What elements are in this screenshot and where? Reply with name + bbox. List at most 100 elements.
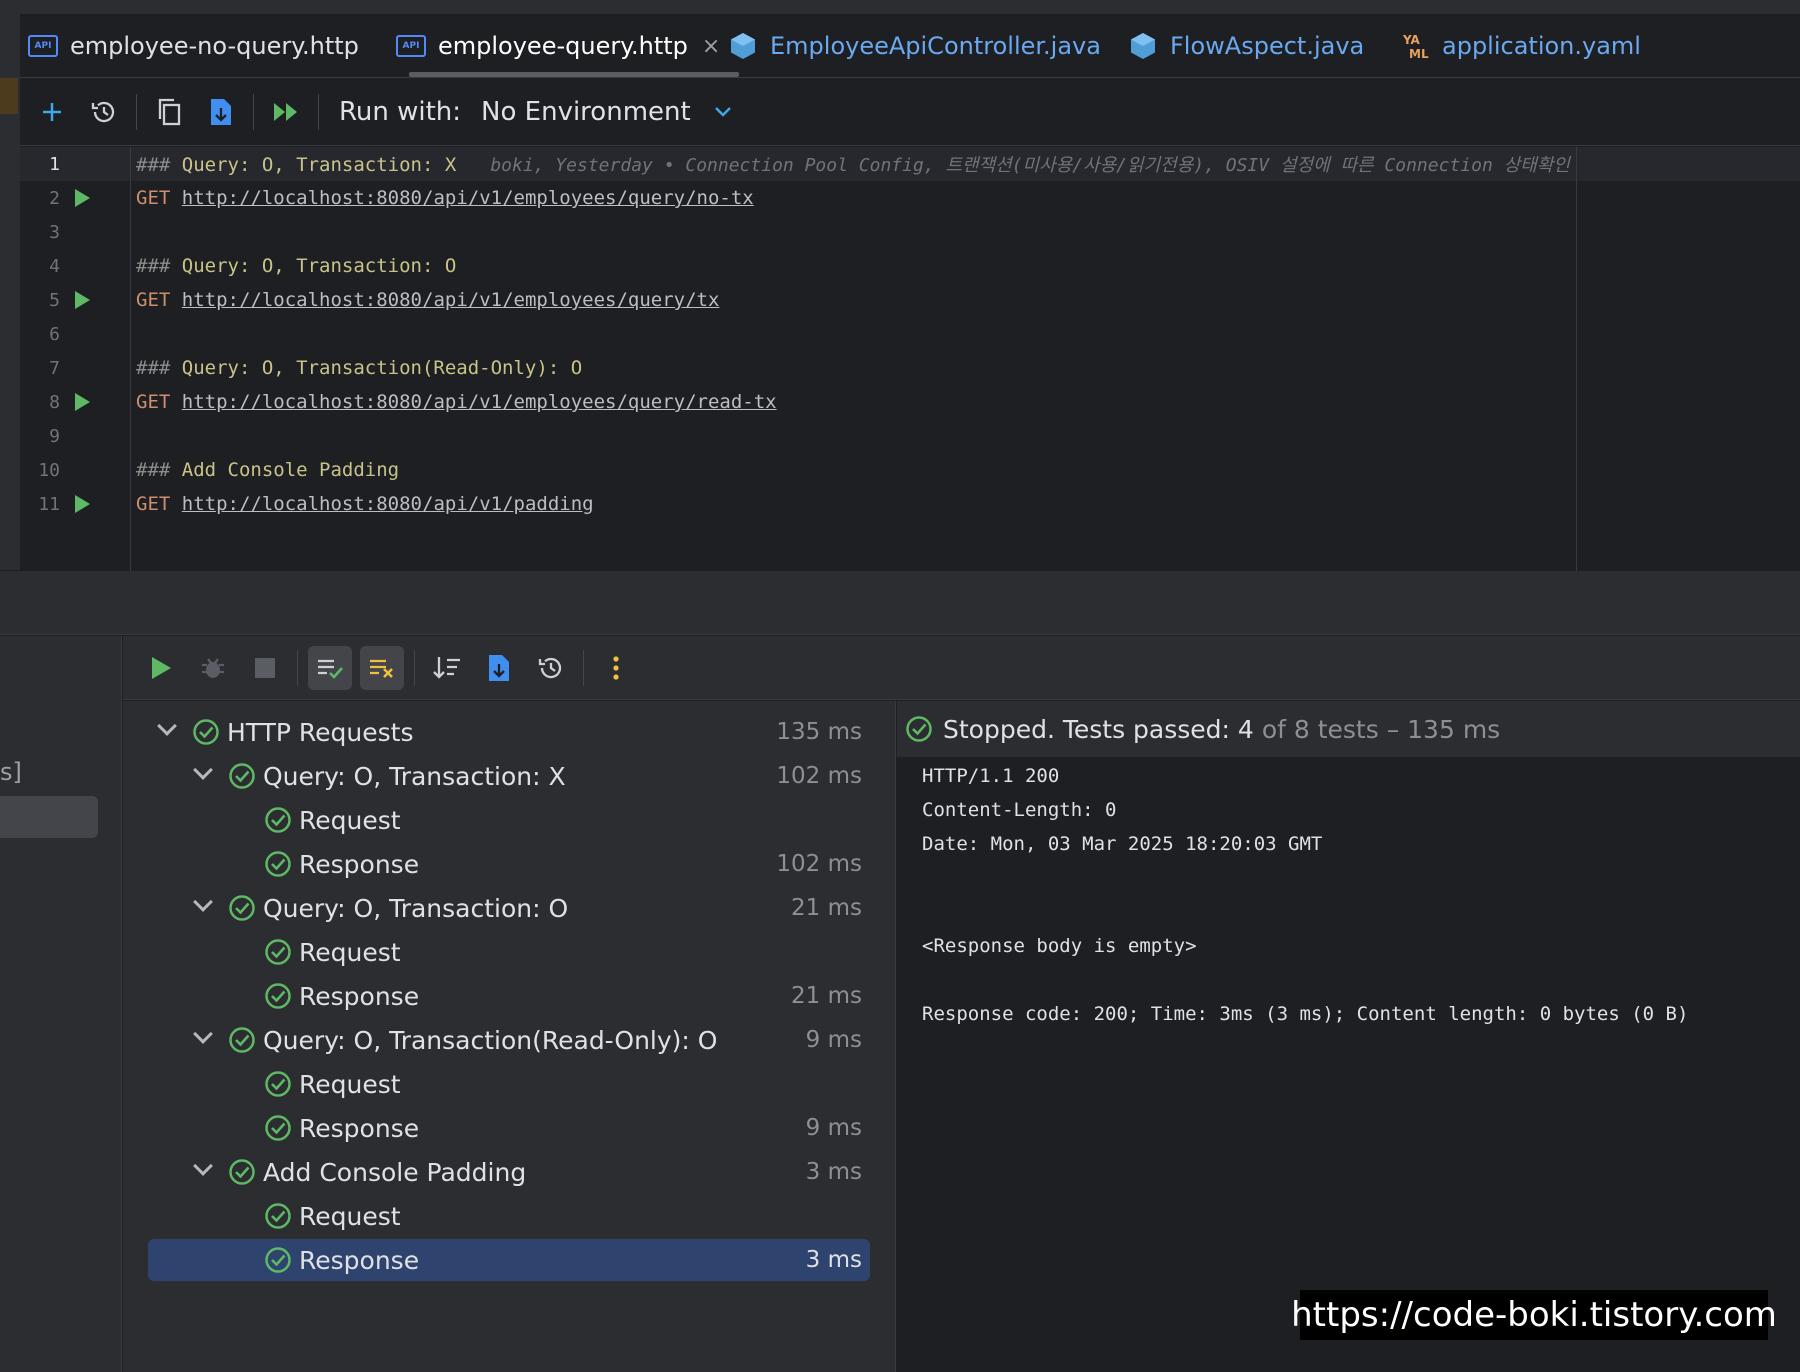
chevron-down-icon[interactable]	[193, 760, 213, 780]
tab-employee-api-controller[interactable]: EmployeeApiController.java	[728, 14, 1101, 78]
left-edge-panel	[0, 14, 20, 570]
toolbar-separator	[318, 93, 319, 130]
tree-node-request[interactable]: Request	[148, 1195, 870, 1237]
node-duration: 102 ms	[776, 851, 862, 877]
tab-label: application.yaml	[1442, 32, 1641, 60]
line-number: 8	[49, 391, 60, 413]
debug-icon[interactable]	[191, 646, 235, 690]
sort-icon[interactable]	[425, 646, 469, 690]
test-status-header: Stopped. Tests passed: 4 of 8 tests – 13…	[897, 701, 1800, 757]
tree-node-request[interactable]: Request	[148, 799, 870, 841]
chevron-down-icon[interactable]	[193, 1156, 213, 1176]
tree-node-query-read-only[interactable]: Query: O, Transaction(Read-Only): O 9 ms	[148, 1019, 870, 1061]
request-url[interactable]: http://localhost:8080/api/v1/employees/q…	[182, 187, 754, 209]
git-blame-annotation: boki, Yesterday • Connection Pool Config…	[490, 155, 1570, 176]
node-duration: 9 ms	[805, 1027, 862, 1053]
passed-check-icon	[229, 763, 255, 789]
code-line: 11 GET http://localhost:8080/api/v1/padd…	[20, 487, 1800, 521]
run-toolbar	[123, 636, 1800, 700]
node-label: Response	[299, 1113, 420, 1143]
chevron-down-icon[interactable]	[157, 716, 177, 736]
code-line: 1 ### Query: O, Transaction: Xboki, Yest…	[20, 147, 1800, 181]
node-label: Response	[299, 849, 420, 879]
node-duration: 3 ms	[805, 1159, 862, 1185]
export-icon[interactable]	[203, 94, 239, 130]
add-icon[interactable]	[34, 94, 70, 130]
tree-node-request[interactable]: Request	[148, 931, 870, 973]
chevron-down-icon[interactable]	[193, 892, 213, 912]
code-line: 9	[20, 419, 1800, 453]
passed-check-icon	[265, 851, 291, 877]
stop-icon[interactable]	[243, 646, 287, 690]
line-number: 1	[49, 153, 60, 175]
node-label: Add Console Padding	[263, 1157, 527, 1187]
output-line: <Response body is empty>	[922, 935, 1197, 957]
tree-node-request[interactable]: Request	[148, 1063, 870, 1105]
tab-label: employee-no-query.http	[70, 32, 359, 60]
line-number: 3	[49, 221, 60, 243]
svg-text:ML: ML	[1409, 47, 1429, 60]
environment-selector[interactable]: No Environment	[481, 97, 691, 127]
code-text: ### Query: O, Transaction: Xboki, Yester…	[136, 154, 1570, 176]
watermark: https://code-boki.tistory.com	[1291, 1290, 1777, 1340]
yaml-file-icon: YA ML	[1400, 33, 1430, 60]
output-line: Response code: 200; Time: 3ms (3 ms); Co…	[922, 1003, 1689, 1025]
node-label: Response	[299, 981, 420, 1011]
close-icon[interactable]: ×	[702, 34, 720, 59]
toolbar-separator	[414, 649, 415, 686]
rerun-icon[interactable]	[139, 646, 183, 690]
tree-node-response[interactable]: Response 21 ms	[148, 975, 870, 1017]
tab-label: FlowAspect.java	[1170, 32, 1365, 60]
node-label: Response	[299, 1245, 420, 1275]
code-line: 8 GET http://localhost:8080/api/v1/emplo…	[20, 385, 1800, 419]
passed-check-icon	[265, 983, 291, 1009]
request-url[interactable]: http://localhost:8080/api/v1/padding	[182, 493, 594, 515]
tree-node-response-selected[interactable]: Response 3 ms	[148, 1239, 870, 1281]
history-icon[interactable]	[529, 646, 573, 690]
tree-node-response[interactable]: Response 102 ms	[148, 843, 870, 885]
tree-node-http-requests[interactable]: HTTP Requests 135 ms	[148, 711, 870, 753]
node-label: Request	[299, 805, 401, 835]
tab-employee-no-query[interactable]: API employee-no-query.http	[28, 14, 359, 78]
code-editor[interactable]: 1 ### Query: O, Transaction: Xboki, Yest…	[20, 147, 1800, 571]
show-passed-icon[interactable]	[308, 645, 352, 690]
line-number: 6	[49, 323, 60, 345]
run-request-icon[interactable]	[75, 291, 90, 309]
code-text: GET http://localhost:8080/api/v1/padding	[136, 493, 594, 515]
run-request-icon[interactable]	[75, 495, 90, 513]
node-duration: 3 ms	[805, 1247, 862, 1273]
panel-splitter[interactable]	[0, 571, 1800, 635]
tab-employee-query[interactable]: API employee-query.http ×	[396, 14, 720, 78]
tab-application-yaml[interactable]: YA ML application.yaml	[1400, 14, 1641, 78]
more-icon[interactable]	[594, 646, 638, 690]
code-text: ### Query: O, Transaction(Read-Only): O	[136, 357, 583, 379]
response-output-panel[interactable]: Stopped. Tests passed: 4 of 8 tests – 13…	[897, 701, 1800, 1372]
tree-node-add-console-padding[interactable]: Add Console Padding 3 ms	[148, 1151, 870, 1193]
copy-icon[interactable]	[151, 94, 187, 130]
show-ignored-icon[interactable]	[360, 645, 404, 690]
request-url[interactable]: http://localhost:8080/api/v1/employees/q…	[182, 289, 720, 311]
line-number: 10	[38, 459, 60, 481]
run-all-icon[interactable]	[268, 94, 304, 130]
code-text: GET http://localhost:8080/api/v1/employe…	[136, 289, 720, 311]
run-request-icon[interactable]	[75, 393, 90, 411]
chevron-down-icon[interactable]	[705, 94, 741, 130]
run-configurations-strip: s]	[0, 636, 122, 1372]
output-line: Content-Length: 0	[922, 799, 1117, 821]
tree-node-response[interactable]: Response 9 ms	[148, 1107, 870, 1149]
tree-node-query-tx-o[interactable]: Query: O, Transaction: O 21 ms	[148, 887, 870, 929]
tree-node-query-tx-x[interactable]: Query: O, Transaction: X 102 ms	[148, 755, 870, 797]
selected-configuration[interactable]	[0, 796, 98, 838]
line-number: 11	[38, 493, 60, 515]
passed-check-icon	[229, 1027, 255, 1053]
request-url[interactable]: http://localhost:8080/api/v1/employees/q…	[182, 391, 777, 413]
history-icon[interactable]	[86, 94, 122, 130]
run-request-icon[interactable]	[75, 189, 90, 207]
tab-flow-aspect[interactable]: FlowAspect.java	[1128, 14, 1364, 78]
window-top-strip	[0, 0, 1800, 14]
code-line: 7 ### Query: O, Transaction(Read-Only): …	[20, 351, 1800, 385]
node-label: Request	[299, 1069, 401, 1099]
output-line: HTTP/1.1 200	[922, 765, 1060, 787]
chevron-down-icon[interactable]	[193, 1024, 213, 1044]
export-icon[interactable]	[477, 646, 521, 690]
